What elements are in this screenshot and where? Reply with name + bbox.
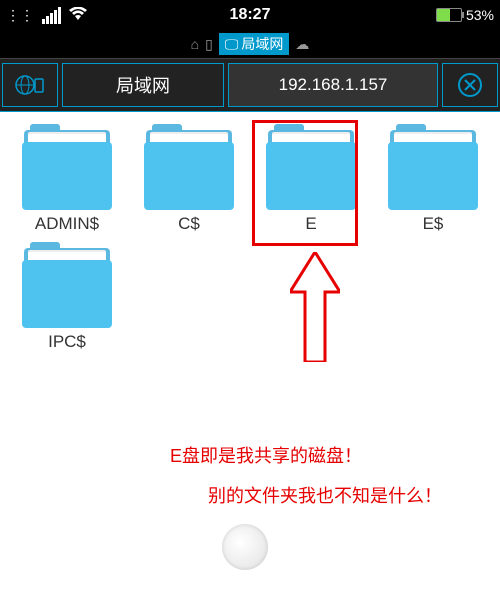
folder-icon bbox=[20, 248, 114, 328]
device-icon[interactable]: ▯ bbox=[205, 36, 213, 53]
folder-icon bbox=[386, 130, 480, 210]
folder-c[interactable]: C$ bbox=[130, 130, 248, 234]
folder-label: C$ bbox=[178, 214, 200, 234]
battery-icon bbox=[436, 8, 462, 22]
breadcrumb-lan[interactable]: 🖵 局域网 bbox=[219, 33, 290, 55]
nav-lan-label[interactable]: 局域网 bbox=[62, 63, 224, 107]
nav-bar: 局域网 192.168.1.157 bbox=[0, 58, 500, 112]
status-left: ⋮⋮ bbox=[6, 7, 87, 24]
breadcrumb-lan-label: 局域网 bbox=[241, 34, 283, 54]
wifi-icon bbox=[69, 7, 87, 24]
folder-ipc[interactable]: IPC$ bbox=[8, 248, 126, 352]
battery-percent: 53% bbox=[466, 7, 494, 23]
folder-e-dollar[interactable]: E$ bbox=[374, 130, 492, 234]
home-icon[interactable]: ⌂ bbox=[191, 36, 199, 52]
signal-icon bbox=[42, 7, 61, 24]
folder-label: E bbox=[305, 214, 316, 234]
status-time: 18:27 bbox=[230, 6, 271, 24]
nav-globe-button[interactable] bbox=[2, 63, 58, 107]
nav-close-button[interactable] bbox=[442, 63, 498, 107]
folder-grid: ADMIN$ C$ E E$ IPC$ E盘即是我共享的磁盘！ 别的文件夹我也不… bbox=[0, 112, 500, 370]
folder-admin[interactable]: ADMIN$ bbox=[8, 130, 126, 234]
annotation-arrow-icon bbox=[290, 252, 340, 362]
home-indicator bbox=[222, 524, 268, 570]
cloud-icon[interactable]: ☁ bbox=[295, 36, 309, 53]
annotation-text-2: 别的文件夹我也不知是什么！ bbox=[208, 482, 442, 508]
folder-label: ADMIN$ bbox=[35, 214, 99, 234]
status-bar: ⋮⋮ 18:27 53% bbox=[0, 0, 500, 30]
folder-label: E$ bbox=[423, 214, 444, 234]
status-right: 53% bbox=[436, 7, 494, 23]
folder-icon bbox=[20, 130, 114, 210]
nav-ip-address[interactable]: 192.168.1.157 bbox=[228, 63, 438, 107]
folder-icon bbox=[142, 130, 236, 210]
menu-dots-icon: ⋮⋮ bbox=[6, 7, 34, 24]
annotation-text-1: E盘即是我共享的磁盘！ bbox=[170, 442, 362, 468]
folder-label: IPC$ bbox=[48, 332, 86, 352]
folder-icon bbox=[264, 130, 358, 210]
monitor-icon: 🖵 bbox=[225, 36, 239, 53]
folder-e[interactable]: E bbox=[252, 130, 370, 234]
breadcrumb: ⌂ ▯ 🖵 局域网 ☁ bbox=[0, 30, 500, 58]
